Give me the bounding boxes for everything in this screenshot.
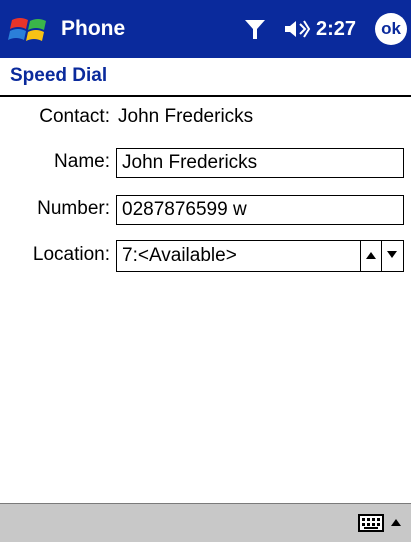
app-title: Phone <box>61 17 126 40</box>
contact-value: John Fredericks <box>118 106 254 127</box>
number-field[interactable]: 0287876599 w <box>116 195 404 225</box>
caret-up-icon <box>391 519 401 526</box>
keyboard-icon[interactable] <box>358 512 384 534</box>
windows-flag-icon <box>8 18 46 41</box>
signal-antenna-icon[interactable] <box>244 17 266 41</box>
spin-down-button[interactable] <box>381 241 403 271</box>
speaker-icon[interactable] <box>283 17 311 41</box>
ok-button[interactable]: ok <box>375 13 407 45</box>
number-label: Number: <box>37 198 110 219</box>
caret-down-icon <box>387 251 397 258</box>
command-bar <box>0 503 411 542</box>
location-value: 7:<Available> <box>122 245 237 266</box>
title-bar: Phone 2:27 ok <box>0 0 411 58</box>
section-header: Speed Dial <box>0 58 411 97</box>
input-panel-arrow[interactable] <box>389 512 403 534</box>
location-label: Location: <box>32 244 110 265</box>
name-label: Name: <box>54 151 110 172</box>
clock[interactable]: 2:27 <box>316 18 356 41</box>
page-title: Speed Dial <box>10 65 108 86</box>
location-spinner[interactable]: 7:<Available> <box>116 240 404 272</box>
contact-label: Contact: <box>39 106 110 127</box>
start-button[interactable] <box>8 12 52 48</box>
spin-up-button[interactable] <box>360 241 382 271</box>
name-field[interactable]: John Fredericks <box>116 148 404 178</box>
caret-up-icon <box>366 252 376 259</box>
